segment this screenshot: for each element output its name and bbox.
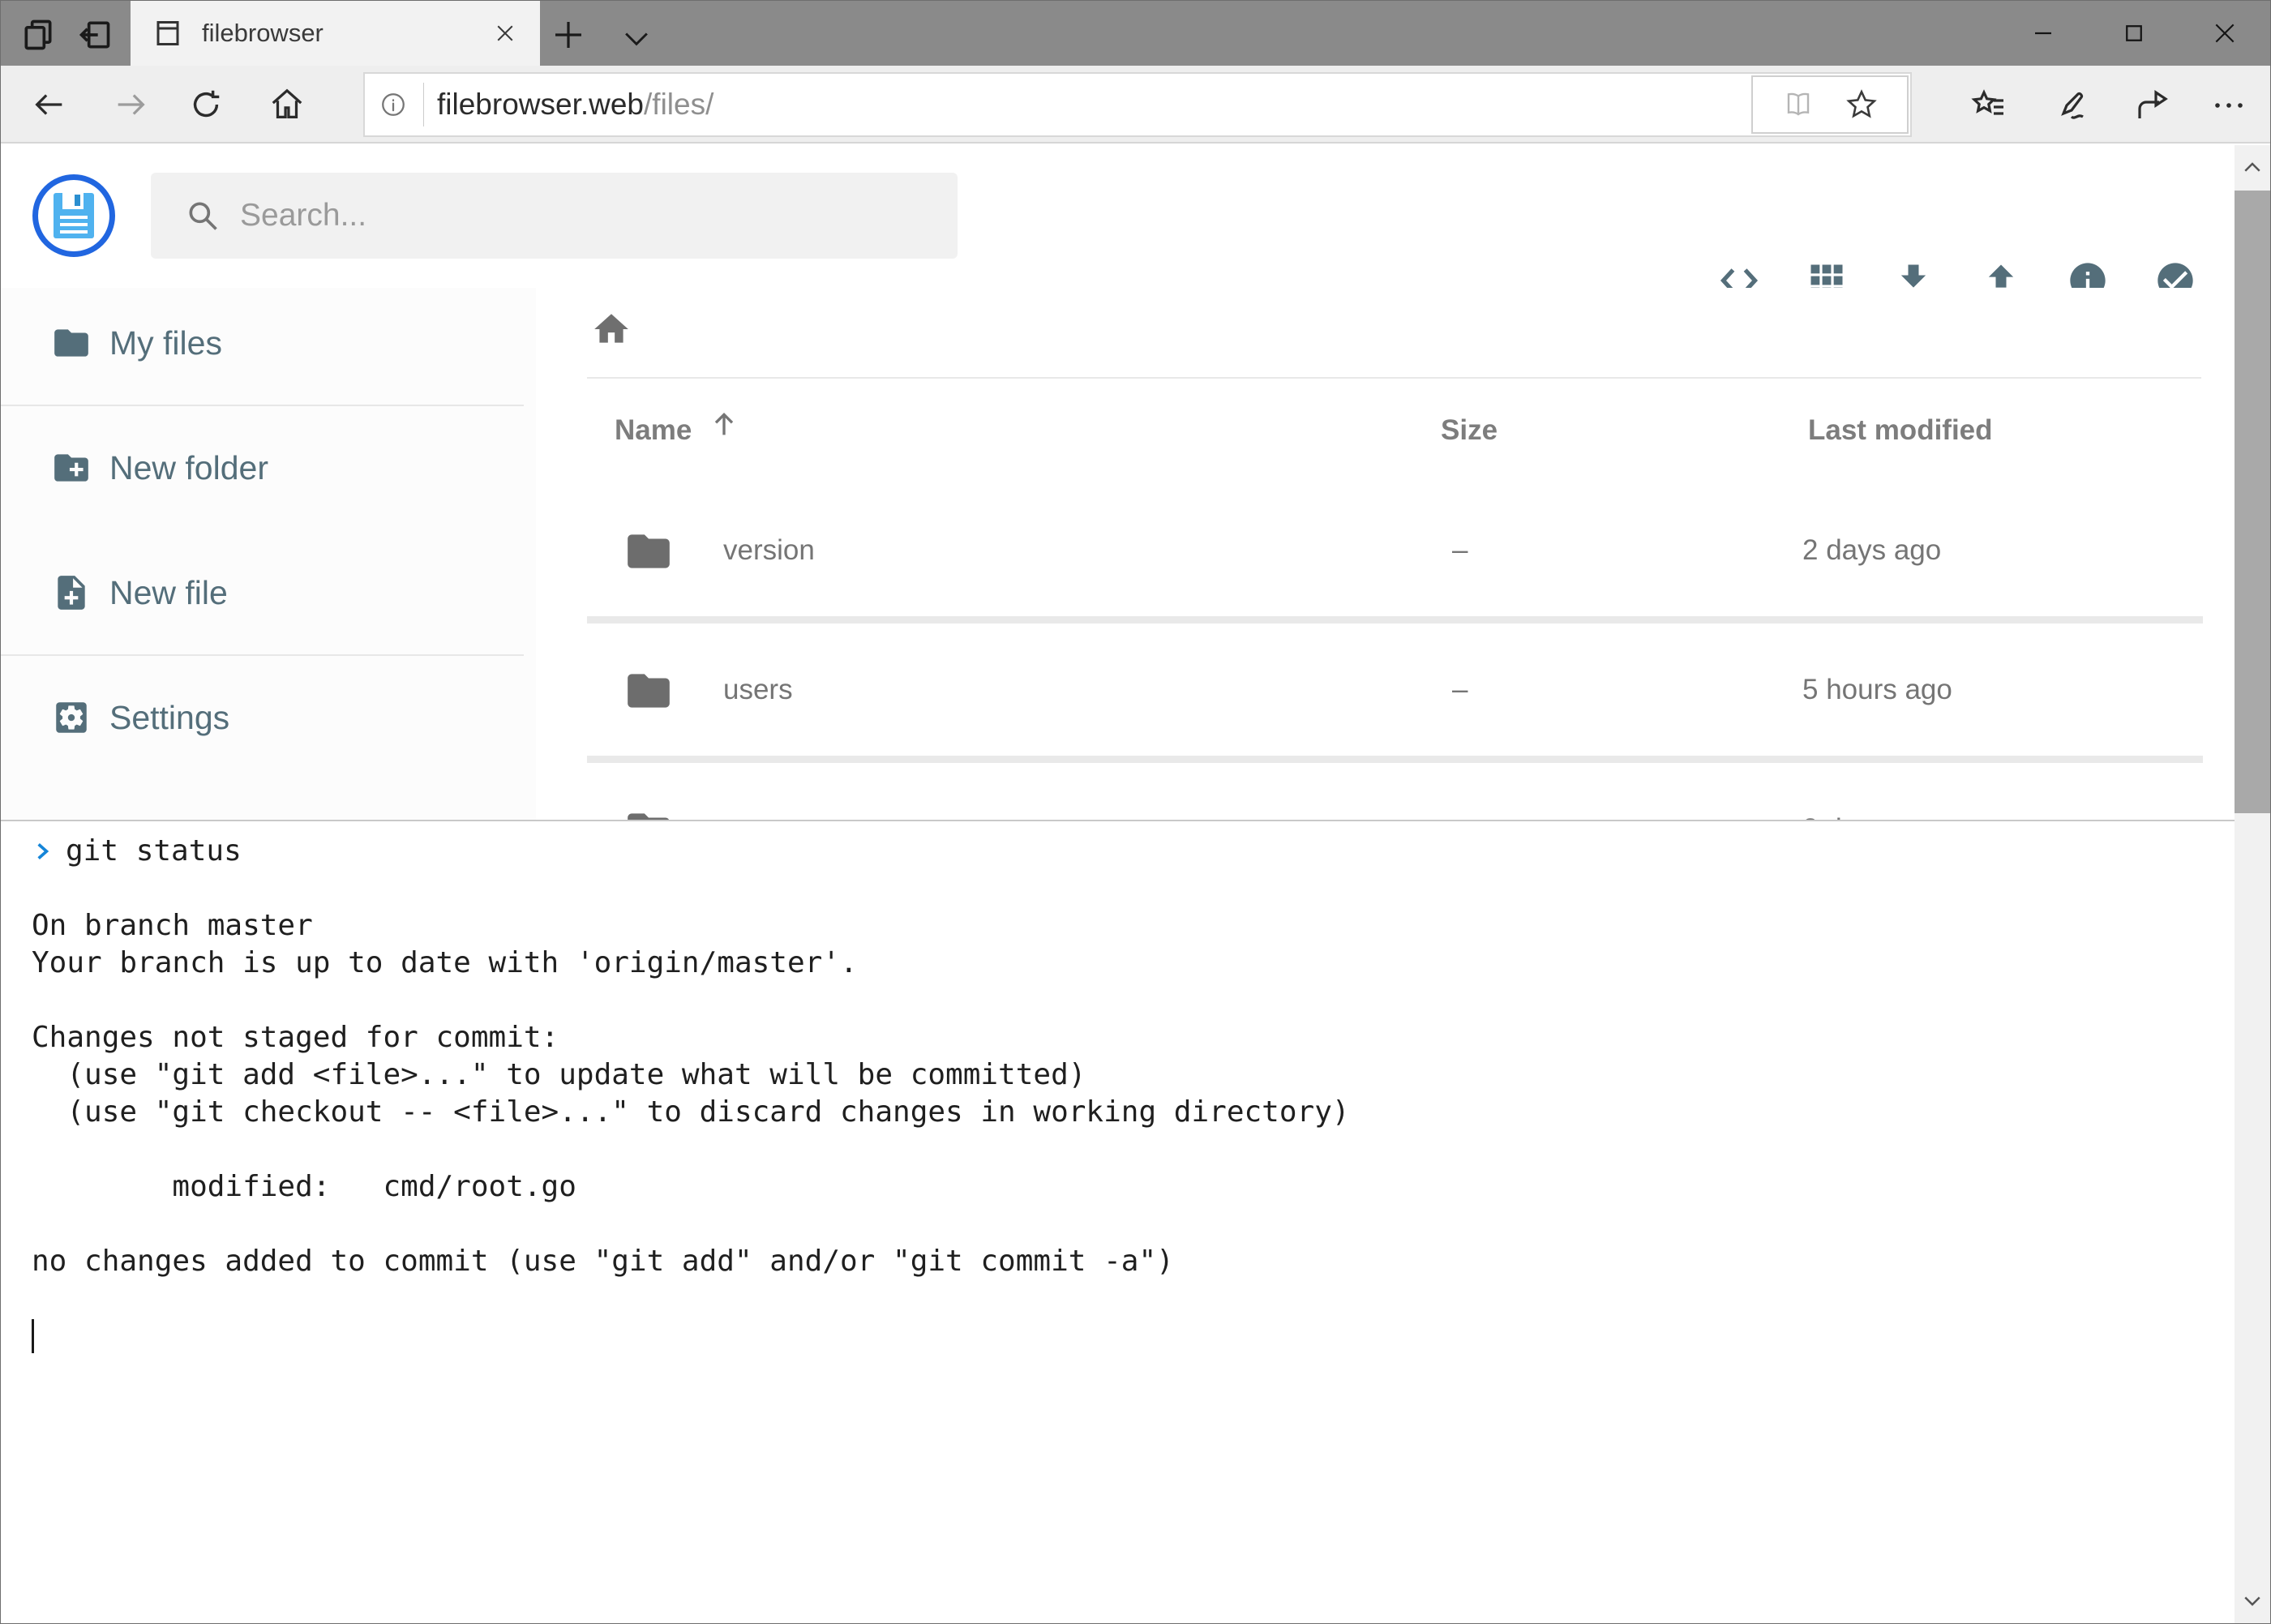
url-text[interactable]: filebrowser.web/files/ (437, 88, 713, 122)
close-window-button[interactable] (2179, 1, 2270, 66)
address-separator (423, 83, 424, 126)
tab-preview-icon[interactable] (20, 17, 56, 49)
favorite-star-icon[interactable] (1845, 88, 1879, 122)
file-modified: 2 days ago (1802, 534, 1941, 567)
tab-page-icon (153, 17, 182, 49)
reading-view-icon[interactable] (1781, 90, 1815, 119)
sidebar-item-label: Settings (109, 699, 229, 737)
tab-filebrowser[interactable]: filebrowser (131, 1, 540, 66)
sidebar-item-new-file[interactable]: New file (1, 555, 524, 630)
search-input[interactable] (240, 198, 905, 234)
file-row-users[interactable]: users – 5 hours ago (587, 623, 2203, 756)
home-icon[interactable] (268, 86, 306, 123)
sidebar: My files New folder New file Settings (1, 288, 536, 820)
page-scrollbar[interactable] (2235, 145, 2270, 1623)
listing-column-headers: Name Size Last modified (536, 379, 2235, 484)
file-size: – (1452, 534, 1468, 567)
file-name: version (723, 534, 815, 567)
sidebar-item-my-files[interactable]: My files (1, 306, 524, 380)
folder-icon (623, 526, 674, 576)
tab-title: filebrowser (202, 19, 493, 48)
sidebar-item-new-folder[interactable]: New folder (1, 431, 524, 505)
refresh-icon[interactable] (187, 86, 225, 123)
file-row-version[interactable]: version – 2 days ago (587, 484, 2203, 616)
sort-ascending-icon[interactable] (708, 408, 740, 440)
address-bar[interactable]: filebrowser.web/files/ (363, 72, 1912, 137)
terminal-output: On branch master Your branch is up to da… (32, 870, 2218, 1280)
tab-list-dropdown-icon[interactable] (619, 20, 654, 48)
sidebar-divider (1, 654, 524, 656)
favorites-hub-icon[interactable] (1969, 86, 2008, 123)
scroll-down-icon[interactable] (2235, 1578, 2270, 1623)
tab-bar: filebrowser (1, 1, 2270, 66)
page-viewport: My files New folder New file Settings (1, 145, 2270, 1623)
search-icon (185, 198, 221, 234)
address-bar-actions (1751, 75, 1909, 134)
navigation-bar: filebrowser.web/files/ (1, 66, 2270, 144)
floppy-disk-icon (54, 193, 94, 238)
sidebar-item-settings[interactable]: Settings (1, 680, 524, 755)
browser-window: filebrowser (0, 0, 2271, 1624)
new-tab-button[interactable] (549, 15, 588, 51)
file-name: users (723, 674, 793, 706)
new-file-icon (51, 572, 92, 613)
terminal-prompt-line: git status (32, 833, 2218, 870)
tab-close-icon[interactable] (493, 21, 517, 45)
sidebar-item-label: New folder (109, 449, 268, 487)
set-aside-tabs-icon[interactable] (77, 17, 113, 49)
site-info-icon[interactable] (379, 91, 407, 118)
url-path: /files/ (644, 88, 713, 121)
column-header-name[interactable]: Name (615, 414, 692, 447)
maximize-button[interactable] (2089, 1, 2179, 66)
scrollbar-thumb[interactable] (2235, 191, 2270, 813)
more-menu-icon[interactable] (2209, 86, 2248, 123)
back-icon[interactable] (31, 86, 68, 123)
scroll-up-icon[interactable] (2235, 145, 2270, 191)
app-header (1, 145, 2235, 288)
sidebar-item-label: My files (109, 324, 222, 362)
column-header-size[interactable]: Size (1441, 414, 1498, 447)
sidebar-divider (1, 405, 524, 406)
terminal-cursor (32, 1319, 34, 1353)
forward-icon[interactable] (112, 86, 149, 123)
folder-icon (623, 666, 674, 716)
search-box[interactable] (151, 173, 958, 259)
share-icon[interactable] (2133, 86, 2172, 123)
create-new-folder-icon (51, 448, 92, 488)
prompt-chevron-icon (32, 838, 53, 865)
minimize-button[interactable] (1998, 1, 2089, 66)
file-size: – (1452, 674, 1468, 706)
folder-icon (51, 323, 92, 363)
settings-icon (51, 697, 92, 738)
terminal-command: git status (66, 833, 242, 870)
url-host: filebrowser.web (437, 88, 644, 121)
filebrowser-logo-icon[interactable] (32, 174, 115, 257)
annotate-pen-icon[interactable] (2050, 86, 2089, 123)
sidebar-item-label: New file (109, 574, 228, 612)
column-header-modified[interactable]: Last modified (1808, 414, 1993, 447)
filebrowser-app: My files New folder New file Settings (1, 145, 2235, 1623)
terminal-panel[interactable]: git status On branch master Your branch … (1, 820, 2235, 1623)
file-modified: 5 hours ago (1802, 674, 1952, 706)
breadcrumb-home-icon[interactable] (591, 309, 632, 349)
